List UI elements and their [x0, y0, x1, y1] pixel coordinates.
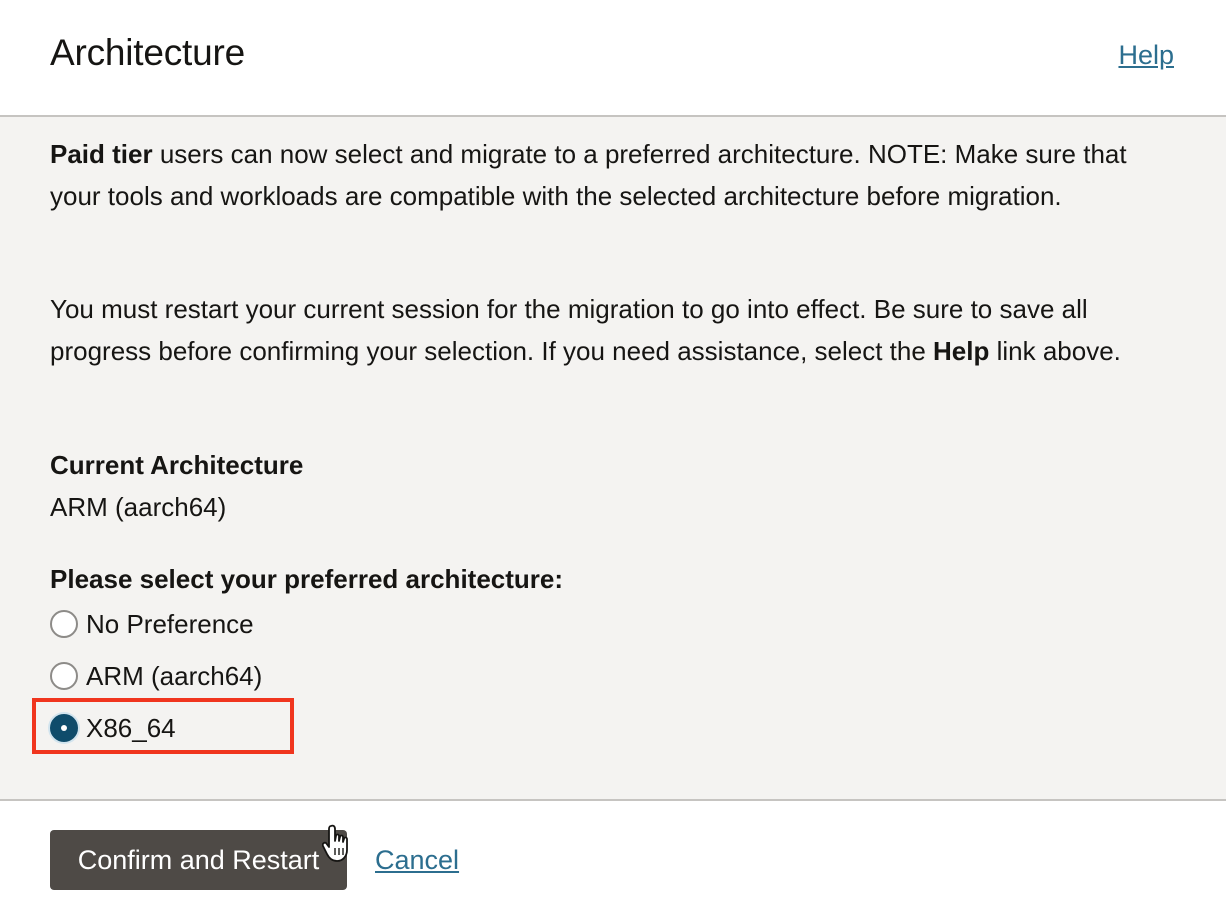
cancel-link[interactable]: Cancel	[375, 845, 459, 876]
radio-label: No Preference	[86, 608, 254, 639]
current-architecture-label: Current Architecture	[50, 450, 304, 480]
confirm-and-restart-button[interactable]: Confirm and Restart	[50, 830, 347, 890]
radio-button-selected[interactable]	[50, 714, 78, 742]
restart-text-before: You must restart your current session fo…	[50, 294, 1088, 366]
dialog-footer: Confirm and Restart Cancel	[0, 801, 1226, 910]
paid-tier-bold: Paid tier	[50, 139, 153, 169]
paid-tier-text: users can now select and migrate to a pr…	[50, 139, 1127, 211]
radio-option-no-preference[interactable]: No Preference	[50, 607, 254, 641]
radio-label: ARM (aarch64)	[86, 660, 263, 691]
restart-paragraph: You must restart your current session fo…	[50, 288, 1180, 372]
preferred-architecture-label: Please select your preferred architectur…	[50, 564, 564, 594]
dialog-body: Paid tier users can now select and migra…	[0, 117, 1226, 801]
help-link[interactable]: Help	[1118, 40, 1174, 71]
paid-tier-paragraph: Paid tier users can now select and migra…	[50, 133, 1180, 217]
dialog-title: Architecture	[50, 32, 246, 73]
restart-text-after: link above.	[989, 336, 1121, 366]
radio-button[interactable]	[50, 662, 78, 690]
dialog-header: Architecture Help	[0, 0, 1226, 117]
radio-option-x86-64[interactable]: X86_64	[50, 711, 176, 745]
radio-button[interactable]	[50, 610, 78, 638]
restart-help-bold: Help	[933, 336, 990, 366]
radio-option-arm[interactable]: ARM (aarch64)	[50, 659, 262, 693]
current-architecture-value: ARM (aarch64)	[50, 492, 227, 522]
architecture-dialog: Architecture Help Paid tier users can no…	[0, 0, 1226, 910]
radio-label: X86_64	[86, 712, 176, 743]
